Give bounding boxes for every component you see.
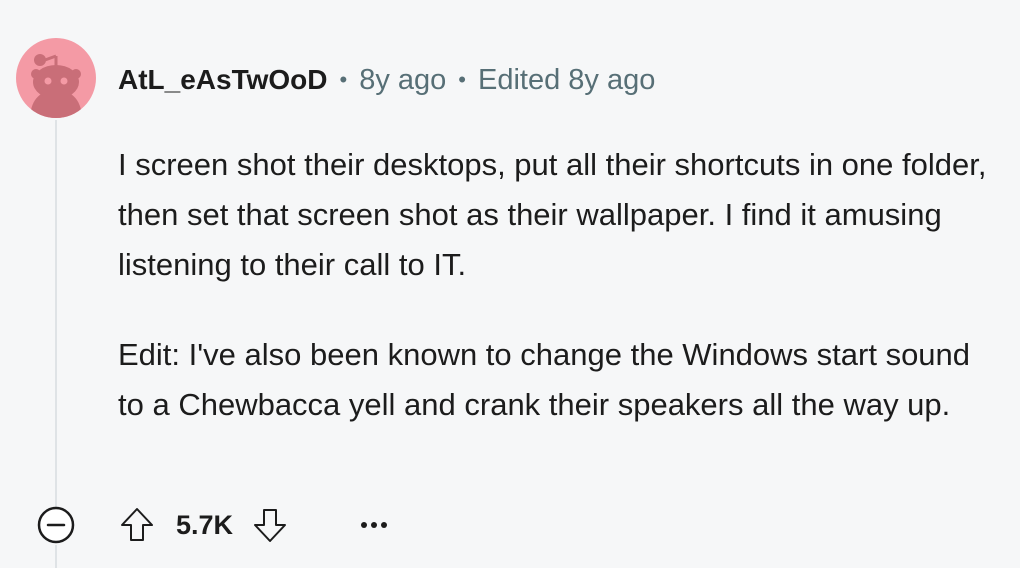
vote-score: 5.7K	[176, 509, 234, 540]
separator-dot: •	[339, 67, 348, 92]
downvote-button[interactable]	[247, 502, 293, 548]
thread-line	[55, 545, 57, 568]
downvote-arrow-icon	[254, 509, 287, 542]
comment-paragraph: Edit: I've also been known to change the…	[118, 337, 971, 422]
comment-paragraph: I screen shot their desktops, put all th…	[118, 147, 987, 282]
username-link[interactable]: AtL_eAsTwOoD	[118, 64, 328, 96]
upvote-arrow-icon	[121, 508, 153, 541]
avatar[interactable]	[16, 38, 96, 118]
collapse-button[interactable]	[36, 505, 76, 545]
action-bar: 5.7K	[114, 500, 397, 550]
thread-line	[55, 120, 57, 510]
upvote-button[interactable]	[114, 502, 160, 548]
comment-age[interactable]: 8y ago	[359, 64, 446, 97]
minus-circle-icon	[37, 506, 75, 544]
snoo-avatar-icon	[30, 54, 82, 118]
comment-body: I screen shot their desktops, put all th…	[118, 140, 998, 430]
comment-header: AtL_eAsTwOoD • 8y ago • Edited 8y ago	[118, 60, 655, 100]
more-options-button[interactable]	[351, 502, 397, 548]
edited-label: Edited 8y ago	[477, 63, 656, 96]
ellipsis-icon	[361, 522, 388, 528]
separator-dot: •	[458, 67, 466, 92]
